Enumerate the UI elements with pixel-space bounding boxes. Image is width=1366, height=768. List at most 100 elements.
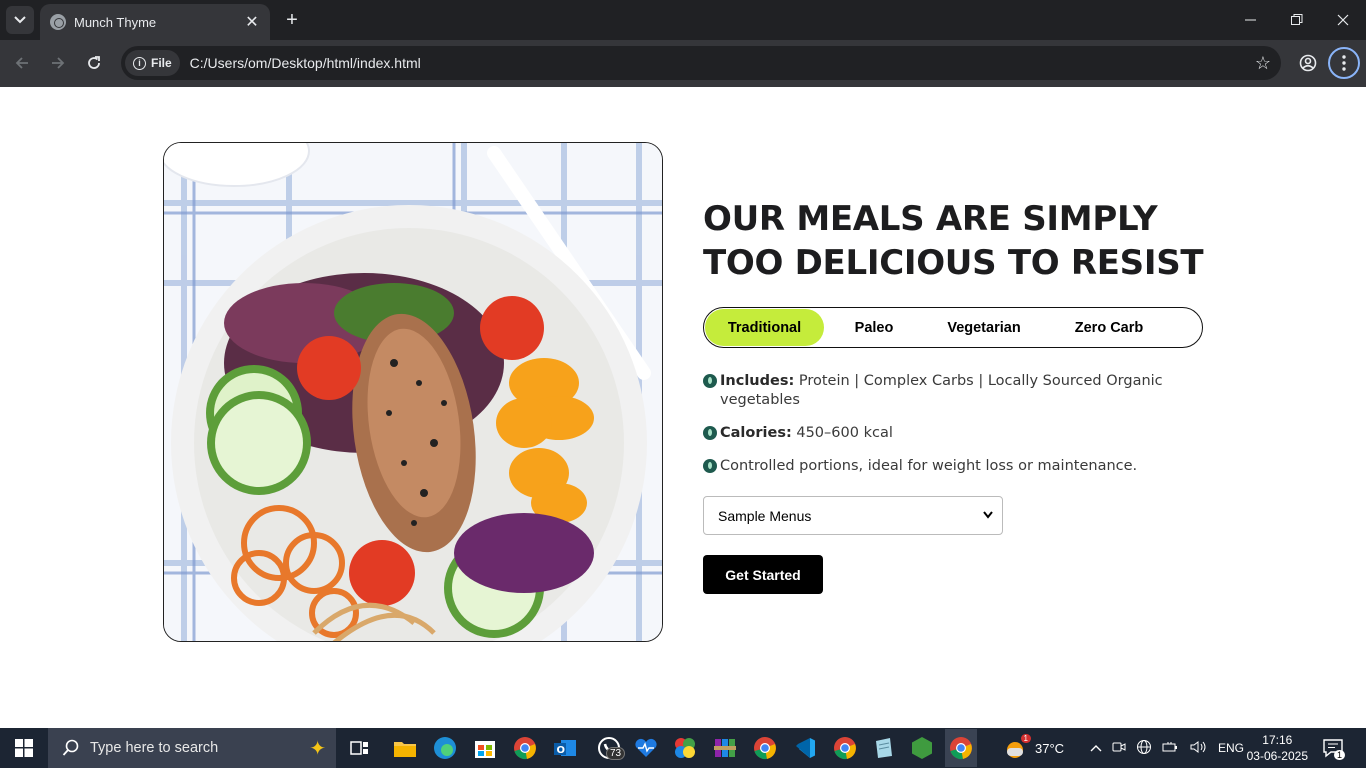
leaf-icon [703, 426, 717, 440]
nodejs-app[interactable] [907, 733, 937, 763]
salad-bowl-image [163, 142, 663, 642]
store-icon [475, 741, 495, 758]
tab-title: Munch Thyme [74, 14, 157, 30]
feature-label: Calories: [720, 425, 792, 441]
svg-text:O: O [557, 745, 566, 756]
network-globe-icon[interactable] [1136, 739, 1152, 758]
browser-tab[interactable]: Munch Thyme ✕ [40, 4, 270, 40]
notes-app[interactable] [868, 733, 898, 763]
file-explorer-app[interactable] [390, 733, 420, 763]
feature-text: 450–600 kcal [791, 425, 893, 441]
copilot-sparkle-icon: ✦ [309, 738, 326, 760]
photos-app[interactable] [670, 733, 700, 763]
headline-line-1: OUR MEALS ARE SIMPLY [703, 199, 1158, 239]
globe-icon [50, 14, 66, 30]
edge-app[interactable] [430, 733, 460, 763]
volume-icon[interactable] [1190, 740, 1208, 757]
meal-plan-tabs: Traditional Paleo Vegetarian Zero Carb [703, 307, 1203, 348]
search-placeholder: Type here to search [90, 740, 219, 756]
notification-center-button[interactable]: 1 [1322, 728, 1346, 768]
vscode-app[interactable] [790, 733, 820, 763]
weather-alert-badge: 1 [1020, 734, 1031, 743]
url-text[interactable]: C:/Users/om/Desktop/html/index.html [190, 55, 1245, 71]
chevron-down-icon [14, 16, 26, 24]
get-started-button[interactable]: Get Started [703, 555, 823, 594]
minimize-button[interactable] [1228, 0, 1274, 40]
system-tray-icons: ENG [1090, 728, 1244, 768]
restore-button[interactable] [1274, 0, 1320, 40]
windows-taskbar: Type here to search ✦ O 73 1 37°C ENG 17… [0, 728, 1366, 768]
browser-toolbar: i File C:/Users/om/Desktop/html/index.ht… [0, 40, 1366, 87]
tab-traditional[interactable]: Traditional [705, 309, 824, 346]
system-clock[interactable]: 17:16 03-06-2025 [1247, 732, 1308, 764]
window-controls [1228, 0, 1366, 40]
sample-menus-select[interactable]: Sample Menus [703, 496, 1003, 535]
site-info-chip[interactable]: i File [125, 50, 180, 76]
browser-tab-bar: Munch Thyme ✕ + [0, 0, 1366, 40]
tab-vegetarian[interactable]: Vegetarian [929, 309, 1039, 346]
weather-widget[interactable]: 1 37°C [1003, 728, 1064, 768]
outlook-icon: O [554, 740, 576, 756]
close-tab-icon[interactable]: ✕ [240, 12, 264, 32]
chevron-down-icon [983, 511, 993, 519]
address-bar[interactable]: i File C:/Users/om/Desktop/html/index.ht… [121, 46, 1281, 80]
new-tab-button[interactable]: + [280, 8, 304, 32]
health-app[interactable] [631, 733, 661, 763]
chrome-icon [834, 737, 856, 760]
kebab-menu-icon [1342, 55, 1346, 71]
folder-icon [394, 742, 416, 757]
close-icon [1337, 14, 1349, 26]
search-icon [62, 739, 79, 756]
language-indicator[interactable]: ENG [1218, 741, 1244, 755]
task-view-button[interactable] [345, 733, 375, 763]
meet-now-icon[interactable] [1112, 740, 1126, 757]
profile-button[interactable] [1292, 47, 1324, 79]
chrome-profile-app[interactable] [750, 733, 780, 763]
chrome-profile-2-app[interactable] [830, 733, 860, 763]
weather-temp: 37°C [1035, 740, 1065, 756]
tab-paleo[interactable]: Paleo [829, 309, 919, 346]
edge-icon [434, 737, 456, 759]
close-window-button[interactable] [1320, 0, 1366, 40]
leaf-icon [703, 459, 717, 473]
whatsapp-app[interactable]: 73 [590, 733, 628, 763]
chrome-active-app[interactable] [945, 729, 977, 767]
start-button[interactable] [0, 728, 48, 768]
restore-icon [1291, 14, 1303, 25]
feature-label: Includes: [720, 373, 795, 389]
archive-books-icon [714, 739, 736, 757]
chrome-app[interactable] [510, 733, 540, 763]
profile-icon [1299, 54, 1317, 72]
minimize-icon [1245, 19, 1256, 21]
notepad-icon [876, 738, 892, 758]
heart-pulse-icon [635, 738, 657, 757]
outlook-app[interactable]: O [550, 733, 580, 763]
info-icon: i [133, 56, 146, 70]
page-headline: OUR MEALS ARE SIMPLY TOO DELICIOUS TO RE… [703, 197, 1223, 285]
reload-icon [88, 56, 100, 69]
reload-button[interactable] [80, 49, 108, 77]
forward-button[interactable] [44, 49, 72, 77]
web-page: OUR MEALS ARE SIMPLY TOO DELICIOUS TO RE… [0, 87, 1366, 728]
microsoft-store-app[interactable] [470, 733, 500, 763]
weather-sun-icon: 1 [1003, 734, 1031, 758]
chevron-up-icon[interactable] [1090, 741, 1102, 755]
taskbar-search-box[interactable]: Type here to search ✦ [48, 728, 336, 768]
windows-logo-icon [15, 739, 33, 757]
bookmark-star-icon[interactable]: ☆ [1245, 53, 1281, 74]
whatsapp-badge: 73 [606, 747, 626, 760]
arrow-right-icon [52, 57, 65, 69]
leaf-icon [703, 374, 717, 388]
feature-calories: Calories: 450–600 kcal [703, 424, 1223, 443]
winrar-app[interactable] [710, 733, 740, 763]
feature-includes: Includes: Protein | Complex Carbs | Loca… [703, 372, 1223, 410]
tab-search-button[interactable] [6, 6, 34, 34]
headline-line-2: TOO DELICIOUS TO RESIST [703, 243, 1204, 283]
select-value: Sample Menus [718, 507, 812, 524]
browser-menu-button[interactable] [1328, 47, 1360, 79]
clock-time: 17:16 [1262, 733, 1293, 747]
task-view-icon [350, 741, 368, 755]
back-button[interactable] [8, 49, 36, 77]
battery-icon[interactable] [1162, 740, 1180, 757]
tab-zero-carb[interactable]: Zero Carb [1054, 309, 1164, 346]
